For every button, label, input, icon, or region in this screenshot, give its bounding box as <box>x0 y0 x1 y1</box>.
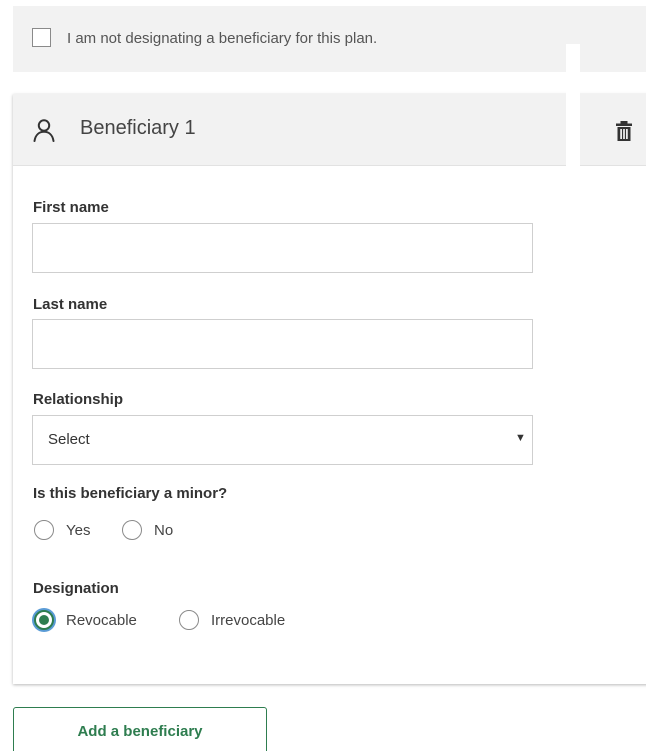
first-name-input[interactable] <box>32 223 533 273</box>
relationship-select[interactable]: Select ▼ <box>32 415 533 465</box>
radio-unselected-icon <box>122 520 142 540</box>
beneficiary-page: I am not designating a beneficiary for t… <box>0 0 646 751</box>
beneficiary-card-header: Beneficiary 1 <box>13 94 646 166</box>
trash-icon[interactable] <box>614 120 634 142</box>
designation-radio-revocable-label: Revocable <box>66 612 137 629</box>
radio-unselected-icon <box>179 610 199 630</box>
header-divider <box>566 44 580 168</box>
first-name-label: First name <box>33 199 109 216</box>
radio-unselected-icon <box>34 520 54 540</box>
last-name-input[interactable] <box>32 319 533 369</box>
minor-radio-no-label: No <box>154 522 174 539</box>
designation-radio-irrevocable-label: Irrevocable <box>211 612 286 629</box>
designation-radio-revocable[interactable]: Revocable <box>34 610 164 632</box>
optout-bar: I am not designating a beneficiary for t… <box>13 6 646 72</box>
optout-label[interactable]: I am not designating a beneficiary for t… <box>67 30 377 47</box>
optout-checkbox[interactable] <box>32 28 51 47</box>
minor-radio-no[interactable]: No <box>122 520 192 542</box>
beneficiary-title: Beneficiary 1 <box>80 117 196 139</box>
minor-radio-yes[interactable]: Yes <box>34 520 114 542</box>
relationship-label: Relationship <box>33 391 124 408</box>
relationship-selected-value: Select <box>48 431 90 448</box>
minor-radio-yes-label: Yes <box>66 522 91 539</box>
caret-down-icon: ▼ <box>515 432 526 444</box>
designation-radio-irrevocable[interactable]: Irrevocable <box>179 610 319 632</box>
beneficiary-card: Beneficiary 1 First name Last name Relat… <box>13 94 646 684</box>
minor-question-label: Is this beneficiary a minor? <box>33 485 228 502</box>
last-name-label: Last name <box>33 296 108 313</box>
add-beneficiary-button[interactable]: Add a beneficiary <box>13 707 267 751</box>
person-icon <box>32 118 56 142</box>
designation-label: Designation <box>33 580 119 597</box>
radio-selected-icon <box>34 610 54 630</box>
radio-dot-icon <box>39 615 49 625</box>
